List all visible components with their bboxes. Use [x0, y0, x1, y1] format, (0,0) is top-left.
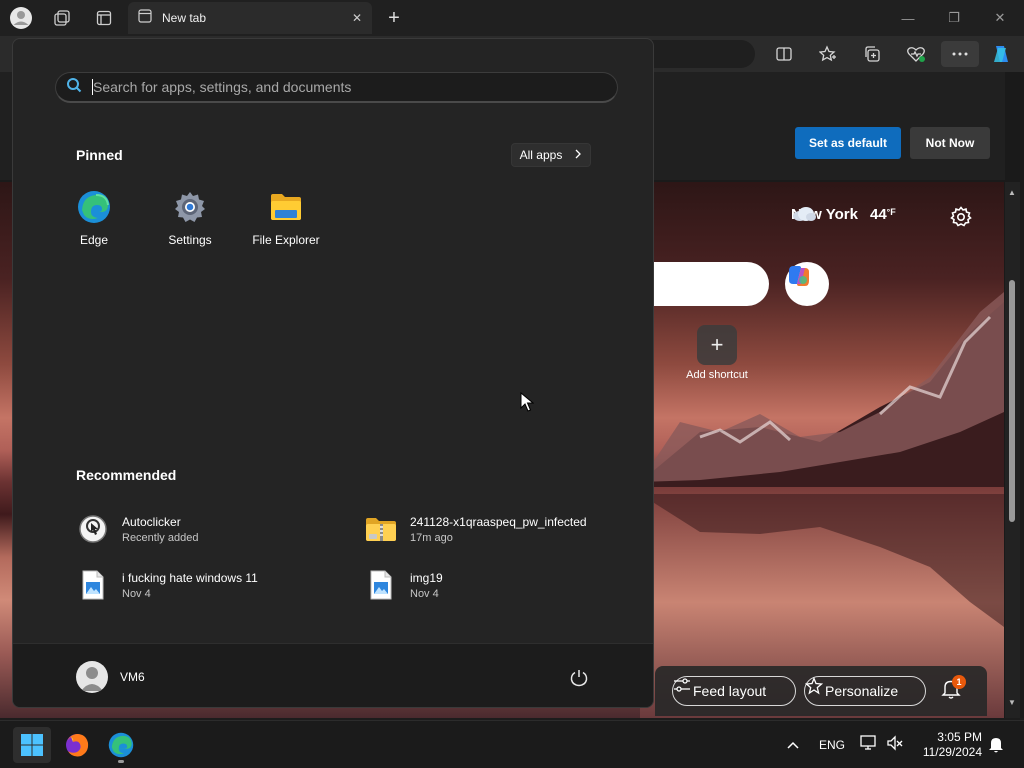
tab-actions-icon[interactable] [92, 6, 116, 30]
edge-icon [108, 732, 134, 758]
tab-title: New tab [162, 11, 207, 25]
running-indicator [118, 760, 124, 763]
firefox-icon [66, 734, 89, 757]
favorites-star-icon[interactable] [815, 41, 841, 67]
add-shortcut-button[interactable]: + [697, 325, 737, 365]
start-search-box[interactable] [55, 72, 618, 103]
show-hidden-icons-chevron-icon[interactable] [786, 737, 800, 755]
recommended-item[interactable]: 241128-x1qraaspeq_pw_infected 17m ago [364, 511, 634, 547]
avatar [76, 661, 108, 693]
split-screen-icon[interactable] [771, 41, 797, 67]
personalize-label: Personalize [825, 683, 899, 699]
taskbar-firefox[interactable] [58, 727, 96, 763]
scroll-up-arrow-icon[interactable]: ▲ [1007, 188, 1017, 198]
taskbar-edge[interactable] [102, 727, 140, 763]
not-now-button[interactable]: Not Now [910, 127, 990, 159]
chevron-right-icon [574, 148, 582, 162]
power-icon[interactable] [569, 668, 591, 690]
windows-logo-icon [21, 734, 43, 756]
restore-button[interactable]: ❐ [944, 8, 964, 28]
pinned-app-label: File Explorer [252, 233, 320, 247]
user-name: VM6 [120, 670, 145, 684]
start-button[interactable] [13, 727, 51, 763]
recommended-item-time: 17m ago [410, 531, 453, 544]
address-bar[interactable] [640, 40, 755, 68]
browser-title-bar: New tab ✕ + — ❐ ✕ [0, 0, 1024, 36]
scroll-down-arrow-icon[interactable]: ▼ [1007, 698, 1017, 708]
pinned-app-label: Edge [79, 233, 109, 247]
workspaces-icon[interactable] [50, 6, 74, 30]
recommended-item-time: Nov 4 [410, 587, 439, 600]
collections-icon[interactable] [859, 41, 885, 67]
pinned-app-edge[interactable]: Edge [49, 189, 139, 249]
recommended-item-name: i fucking hate windows 11 [122, 570, 258, 585]
recommended-item[interactable]: Autoclicker Recently added [76, 511, 346, 547]
recommended-item-time: Recently added [122, 531, 199, 544]
feed-bar: Feed layout Personalize 1 [655, 666, 987, 716]
new-tab-button[interactable]: + [382, 6, 406, 30]
pinned-section-title: Pinned [76, 147, 123, 163]
search-icon [66, 77, 82, 98]
recommended-section-title: Recommended [76, 467, 177, 483]
copilot-search-icon[interactable] [785, 262, 829, 306]
temperature-unit: °F [886, 206, 896, 217]
settings-and-more-icon[interactable] [941, 41, 979, 67]
pinned-app-settings[interactable]: Settings [145, 189, 235, 249]
start-menu: Pinned All apps Edge Settings File Explo… [12, 38, 654, 708]
user-account-button[interactable]: VM6 [76, 661, 145, 693]
notification-badge: 1 [952, 675, 966, 689]
taskbar: ENG 3:05 PM 11/29/2024 [0, 720, 1024, 768]
recommended-item-time: Nov 4 [122, 587, 151, 600]
settings-icon [172, 189, 208, 225]
recommended-item[interactable]: i fucking hate windows 11 Nov 4 [76, 567, 346, 603]
volume-muted-icon[interactable] [886, 735, 904, 756]
pinned-app-file-explorer[interactable]: File Explorer [241, 189, 331, 249]
file-explorer-icon [268, 189, 304, 225]
clock-time: 3:05 PM [937, 730, 982, 744]
recommended-item[interactable]: img19 Nov 4 [364, 567, 634, 603]
new-tab-page-icon [138, 8, 152, 28]
notification-center-bell-icon[interactable] [988, 736, 1004, 759]
clock-date: 11/29/2024 [922, 745, 982, 759]
scrollbar-thumb[interactable] [1009, 280, 1015, 522]
network-display-icon[interactable] [860, 735, 878, 756]
page-settings-gear-icon[interactable] [950, 206, 972, 228]
all-apps-button[interactable]: All apps [511, 143, 591, 167]
set-as-default-button[interactable]: Set as default [795, 127, 901, 159]
personalize-button[interactable]: Personalize [804, 676, 926, 706]
weather-temperature: 44 [869, 206, 887, 223]
copilot-icon[interactable] [989, 41, 1015, 67]
feed-layout-button[interactable]: Feed layout [672, 676, 796, 706]
recommended-item-name: img19 [410, 570, 443, 585]
image-file-icon [364, 568, 398, 602]
all-apps-label: All apps [519, 148, 563, 162]
autoclicker-icon [76, 512, 110, 546]
recommended-item-name: Autoclicker [122, 514, 181, 529]
profile-icon[interactable] [9, 6, 33, 30]
minimize-button[interactable]: — [898, 8, 918, 28]
add-shortcut-label: Add shortcut [686, 369, 748, 381]
image-file-icon [76, 568, 110, 602]
edge-icon [76, 189, 112, 225]
browser-essentials-icon[interactable] [903, 41, 929, 67]
start-menu-footer: VM6 [13, 643, 653, 707]
system-clock[interactable]: 3:05 PM 11/29/2024 [912, 730, 982, 760]
tab-new-tab[interactable]: New tab ✕ [128, 2, 372, 34]
feed-layout-label: Feed layout [693, 683, 767, 699]
weather-widget[interactable]: New York 44 °F [791, 206, 896, 223]
zip-folder-icon [364, 512, 398, 546]
pinned-app-label: Settings [168, 233, 212, 247]
recommended-item-name: 241128-x1qraaspeq_pw_infected [410, 514, 587, 529]
input-language[interactable]: ENG [819, 738, 845, 752]
close-tab-icon[interactable]: ✕ [352, 11, 362, 25]
close-window-button[interactable]: ✕ [990, 8, 1010, 28]
mouse-cursor-icon [520, 391, 535, 417]
start-search-input[interactable] [93, 79, 593, 95]
